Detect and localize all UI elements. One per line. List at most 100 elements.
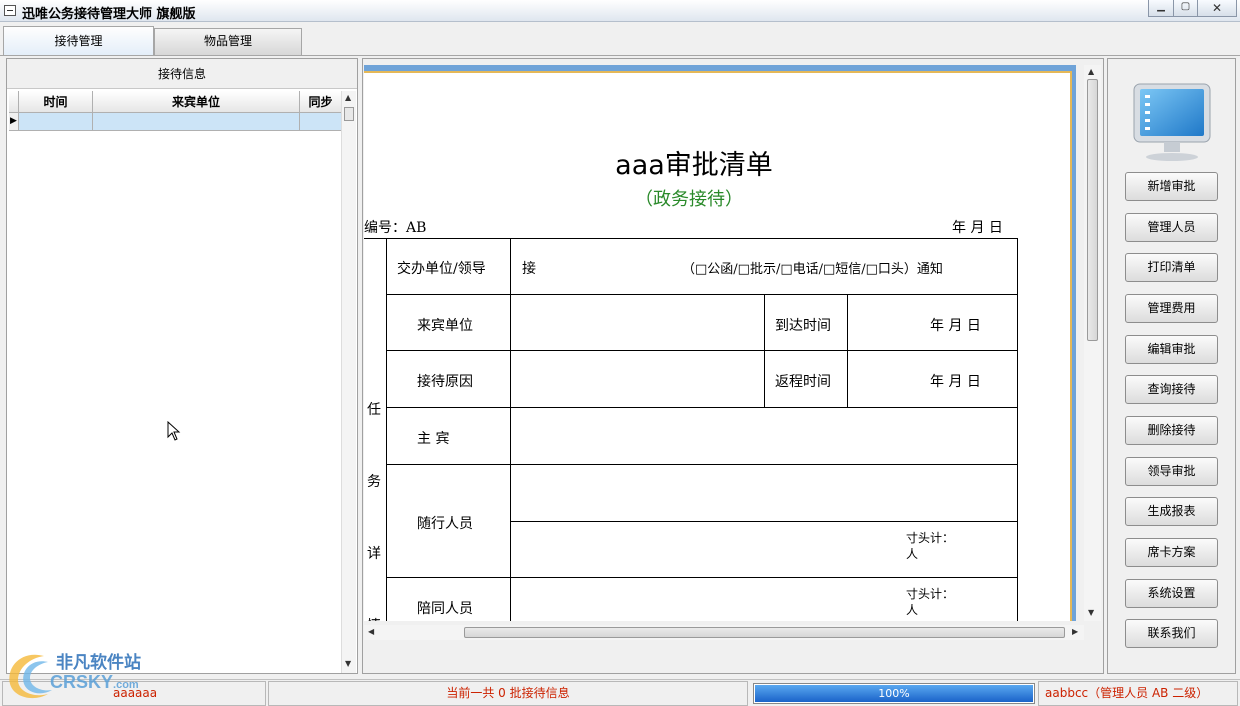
side-label-char: 详 [367, 546, 381, 562]
watermark-cn-text: 非凡软件站 [56, 653, 141, 673]
mouse-cursor-icon [167, 421, 181, 441]
count-unit: 人 [906, 547, 919, 561]
document-date: 年 月 日 [952, 220, 1003, 236]
row-header-corner [9, 91, 19, 113]
column-header-visitor-unit[interactable]: 来宾单位 [93, 91, 300, 113]
manage-expenses-button[interactable]: 管理费用 [1125, 294, 1218, 323]
row-selector[interactable]: ▶ [9, 113, 19, 131]
arrival-date: 年 月 日 [930, 318, 981, 334]
panel-header: 接待信息 [7, 59, 357, 89]
generate-report-button[interactable]: 生成报表 [1125, 497, 1218, 526]
delete-reception-button[interactable]: 删除接待 [1125, 416, 1218, 445]
watermark-swoosh-icon [9, 654, 52, 699]
scroll-thumb[interactable] [464, 627, 1065, 638]
side-label-char: 情 [367, 615, 381, 621]
crsky-watermark-logo: 非凡软件站 CRSKY.com [4, 646, 164, 704]
document-preview-panel: aaa审批清单 （政务接待） 编号：AB 年 月 日 任 务 详 情 交办单位/… [362, 58, 1104, 674]
current-row-icon: ▶ [10, 116, 17, 126]
manage-personnel-button[interactable]: 管理人员 [1125, 213, 1218, 242]
edit-approval-button[interactable]: 编辑审批 [1125, 335, 1218, 364]
print-list-button[interactable]: 打印清单 [1125, 253, 1218, 282]
return-time-label: 返程时间 [775, 374, 831, 390]
assign-unit-label: 交办单位/领导 [397, 261, 486, 277]
reason-label: 接待原因 [417, 374, 473, 390]
scroll-down-icon[interactable]: ▼ [1088, 608, 1094, 617]
system-menu-icon[interactable] [4, 5, 16, 16]
reception-list-panel: 接待信息 时间 来宾单位 同步 ▶ ▲ ▼ [6, 58, 358, 674]
action-panel: 新增审批 管理人员 打印清单 管理费用 编辑审批 查询接待 删除接待 领导审批 … [1107, 58, 1236, 674]
window-title: 迅唯公务接待管理大师 旗舰版 [22, 7, 196, 22]
number-label: 编号：AB [364, 220, 427, 236]
tab-reception-management[interactable]: 接待管理 [3, 26, 154, 55]
progress-bar: 100% [753, 683, 1035, 704]
table-line [386, 294, 1017, 295]
scroll-up-icon[interactable]: ▲ [1088, 67, 1094, 76]
receive-label: 接 [522, 261, 536, 277]
notify-methods: （□公函/□批示/□电话/□短信/□口头）通知 [682, 262, 943, 277]
reception-grid: 时间 来宾单位 同步 ▶ [9, 91, 342, 133]
minimize-icon: ▁ [1157, 1, 1165, 12]
progress-text: 100% [878, 687, 910, 700]
table-line [386, 464, 1017, 465]
seat-card-plan-button[interactable]: 席卡方案 [1125, 538, 1218, 567]
table-row-cell-sync[interactable] [300, 113, 342, 131]
main-guest-label: 主 宾 [417, 431, 450, 447]
table-line [510, 238, 511, 621]
table-line [386, 577, 1017, 578]
tab-divider [0, 55, 1240, 56]
close-button[interactable]: ✕ [1197, 0, 1237, 17]
column-header-sync[interactable]: 同步 [300, 91, 342, 113]
contact-us-button[interactable]: 联系我们 [1125, 619, 1218, 648]
scroll-up-icon[interactable]: ▲ [345, 93, 351, 102]
return-date: 年 月 日 [930, 374, 981, 390]
table-line [386, 350, 1017, 351]
watermark-en-text: CRSKY.com [50, 672, 139, 692]
minimize-button[interactable]: ▁ [1148, 0, 1174, 17]
system-settings-button[interactable]: 系统设置 [1125, 579, 1218, 608]
close-icon: ✕ [1211, 1, 1223, 15]
table-line [386, 407, 1017, 408]
approval-document: aaa审批清单 （政务接待） 编号：AB 年 月 日 任 务 详 情 交办单位/… [364, 71, 1072, 621]
left-vertical-scrollbar[interactable]: ▲ ▼ [341, 91, 356, 673]
reception-count-status: 当前一共 0 批接待信息 [268, 681, 748, 706]
maximize-button[interactable]: ▢ [1173, 0, 1198, 17]
table-line [1017, 238, 1018, 621]
paper-frame: aaa审批清单 （政务接待） 编号：AB 年 月 日 任 务 详 情 交办单位/… [364, 65, 1076, 621]
user-info: aabbcc（管理人员 AB 二级） [1038, 681, 1238, 706]
title-bar: 迅唯公务接待管理大师 旗舰版 ▁ ▢ ✕ [0, 0, 1240, 22]
visitor-unit-label: 来宾单位 [417, 318, 473, 334]
document-vertical-scrollbar[interactable]: ▲ ▼ [1084, 65, 1101, 621]
number-value: AB [406, 220, 427, 236]
query-reception-button[interactable]: 查询接待 [1125, 375, 1218, 404]
table-line [364, 238, 1017, 239]
maximize-icon: ▢ [1180, 1, 1191, 12]
status-bar: aaaaaa 当前一共 0 批接待信息 100% aabbcc（管理人员 AB … [0, 679, 1240, 706]
scroll-right-icon[interactable]: ▶ [1072, 627, 1078, 636]
computer-monitor-icon [1133, 83, 1211, 161]
table-line [386, 238, 387, 621]
table-line [847, 294, 848, 407]
table-line [510, 521, 1017, 522]
table-line [764, 294, 765, 407]
add-approval-button[interactable]: 新增审批 [1125, 172, 1218, 201]
column-header-time[interactable]: 时间 [19, 91, 93, 113]
tab-item-management[interactable]: 物品管理 [154, 28, 302, 55]
count-unit: 人 [906, 603, 919, 617]
document-subtitle: （政务接待） [635, 189, 743, 210]
side-label-char: 任 [367, 402, 381, 418]
accompany-label: 随行人员 [417, 516, 473, 532]
leader-approval-button[interactable]: 领导审批 [1125, 457, 1218, 486]
scroll-down-icon[interactable]: ▼ [345, 659, 351, 668]
escort-label: 陪同人员 [417, 601, 473, 617]
document-title: aaa审批清单 [615, 150, 773, 181]
document-horizontal-scrollbar[interactable]: ◀ ▶ [364, 625, 1084, 640]
table-row-cell-time[interactable] [19, 113, 93, 131]
scroll-thumb[interactable] [344, 107, 354, 121]
count-label: 寸头计： [906, 531, 955, 545]
table-row-cell-visitor-unit[interactable] [93, 113, 300, 131]
scroll-left-icon[interactable]: ◀ [368, 627, 374, 636]
count-label: 寸头计： [906, 587, 955, 601]
side-label-char: 务 [367, 474, 381, 490]
scroll-thumb[interactable] [1087, 79, 1098, 341]
arrival-time-label: 到达时间 [775, 318, 831, 334]
